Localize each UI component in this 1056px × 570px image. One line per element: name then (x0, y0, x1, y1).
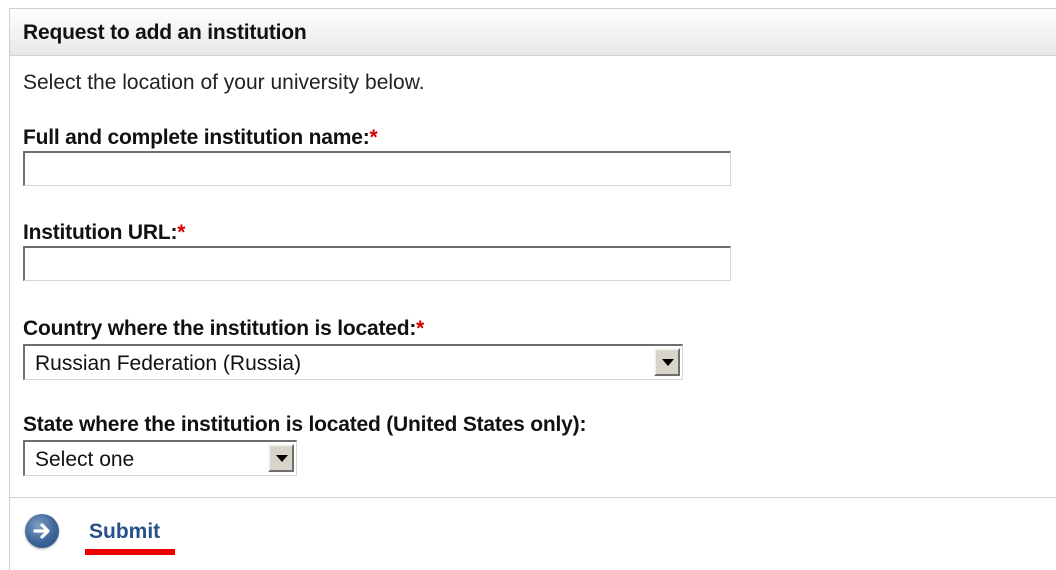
intro-text: Select the location of your university b… (23, 71, 425, 94)
country-label: Country where the institution is located… (23, 317, 424, 341)
institution-name-input[interactable] (23, 151, 731, 186)
required-marker: * (416, 317, 425, 340)
arrow-right-icon (33, 523, 50, 539)
chevron-down-icon (276, 455, 288, 462)
country-label-text: Country where the institution is located… (23, 317, 417, 340)
required-marker: * (369, 126, 378, 149)
institution-name-label: Full and complete institution name:* (23, 126, 378, 150)
submit-link[interactable]: Submit (89, 520, 160, 544)
panel-header: Request to add an institution (10, 9, 1056, 56)
institution-url-label-text: Institution URL: (23, 221, 178, 244)
state-dropdown-button[interactable] (268, 444, 294, 472)
country-select[interactable]: Russian Federation (Russia) (23, 344, 683, 380)
country-dropdown-button[interactable] (654, 348, 680, 376)
state-select[interactable]: Select one (23, 440, 297, 476)
institution-url-input[interactable] (23, 246, 731, 281)
country-selected-value: Russian Federation (Russia) (35, 352, 302, 375)
request-institution-panel: Request to add an institution Select the… (9, 8, 1056, 570)
state-label: State where the institution is located (… (23, 413, 587, 436)
footer-divider (10, 497, 1056, 498)
institution-name-label-text: Full and complete institution name: (23, 126, 370, 149)
arrow-right-circle-icon[interactable] (25, 514, 59, 548)
institution-url-label: Institution URL:* (23, 221, 185, 245)
annotation-underline (85, 549, 175, 555)
required-marker: * (177, 221, 186, 244)
state-selected-value: Select one (35, 448, 135, 471)
panel-title: Request to add an institution (23, 21, 307, 44)
chevron-down-icon (662, 359, 674, 366)
